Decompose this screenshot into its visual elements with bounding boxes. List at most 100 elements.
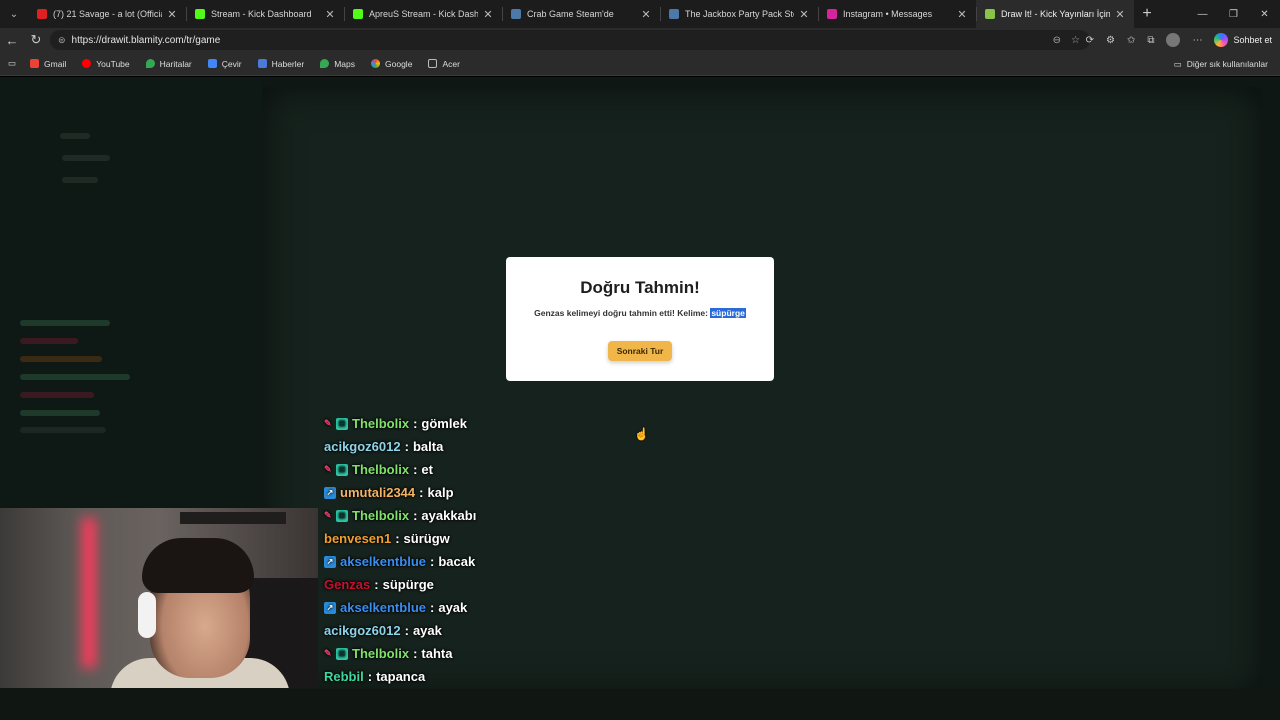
tab-title: Draw It! - Kick Yayınları İçin Çizim (1001, 9, 1110, 19)
bookmark-gmail[interactable]: Gmail (30, 59, 66, 69)
close-icon[interactable]: ✕ (166, 8, 178, 21)
zoom-icon[interactable]: ⊖ (1053, 35, 1061, 46)
tab-favicon (511, 9, 521, 19)
bookmark-label: Maps (334, 58, 356, 69)
blurred-row (62, 155, 110, 161)
collections-icon[interactable]: ⧉ (1147, 35, 1154, 46)
other-bookmarks[interactable]: ▭ Diğer sık kullanılanlar (1174, 52, 1268, 76)
chat-username: Genzas (324, 577, 371, 592)
chat-text: balta (412, 439, 444, 454)
bookmark-cevir[interactable]: Çevir (207, 59, 242, 69)
close-icon[interactable]: ✕ (798, 8, 810, 21)
chat-message: ↗ akselkentblue: ayak (324, 596, 476, 619)
gift-badge-icon: ⊞ (336, 463, 348, 476)
more-icon[interactable]: ⋯ (1192, 35, 1202, 46)
next-round-button[interactable]: Sonraki Tur (608, 341, 672, 361)
restore-icon[interactable]: ❐ (1218, 0, 1249, 28)
tab-4[interactable]: The Jackbox Party Pack Steam'de ✕ (660, 0, 818, 28)
minimize-icon[interactable]: — (1187, 0, 1218, 28)
close-icon[interactable]: ✕ (1114, 8, 1126, 21)
chat-separator: : (413, 646, 418, 661)
sword-badge-icon: ✎ (324, 418, 332, 428)
chat-separator: : (413, 416, 418, 431)
tab-title: Crab Game Steam'de (527, 9, 614, 19)
close-icon[interactable]: ✕ (956, 8, 968, 21)
chat-separator: : (430, 554, 435, 569)
bookmark-label: Acer (442, 58, 460, 69)
site-info-icon[interactable]: ⊜ (58, 35, 66, 46)
blurred-row (20, 392, 94, 398)
profile-avatar[interactable] (1166, 33, 1181, 47)
chat-text: et (421, 462, 433, 477)
folder-icon: ▭ (1173, 58, 1182, 69)
chat-text: tapanca (376, 669, 426, 684)
chat-message: Rebbil: tapanca (324, 665, 476, 688)
chat-overlay: ✎ ⊞ Thelbolix: gömlek acikgoz6012: balta ✎ ⊞ T… (324, 412, 476, 688)
close-window-icon[interactable]: ✕ (1249, 0, 1280, 28)
blurred-row (62, 177, 98, 183)
split-screen-icon[interactable]: ⚙ (1106, 35, 1115, 46)
chat-username: umutali2344 (340, 485, 416, 500)
back-icon[interactable]: ← (0, 33, 24, 48)
chat-username: acikgoz6012 (324, 623, 401, 638)
tab-title: ApreuS Stream - Kick Dashboard (369, 9, 478, 19)
close-icon[interactable]: ✕ (482, 8, 494, 21)
favorites-icon[interactable]: ✩ (1127, 35, 1135, 46)
led-light (82, 518, 96, 668)
chat-message: Genzas: süpürge (324, 573, 476, 596)
chat-separator: : (419, 485, 424, 500)
bookmark-maps[interactable]: Maps (320, 59, 355, 69)
dialog-title: Doğru Tahmin! (580, 278, 700, 297)
tab-5[interactable]: Instagram • Messages ✕ (818, 0, 976, 28)
bookmark-label: Gmail (44, 58, 67, 69)
tab-strip: ⌄ (7) 21 Savage - a lot (Official Video ✕… (0, 0, 1280, 28)
youtube-icon (82, 59, 92, 68)
gift-badge-icon: ⊞ (336, 509, 348, 522)
bookmark-google[interactable]: Google (371, 59, 412, 69)
chat-separator: : (413, 462, 418, 477)
close-icon[interactable]: ✕ (640, 8, 652, 21)
chat-message: ✎ ⊞ Thelbolix: ayakkabı (324, 504, 476, 527)
close-icon[interactable]: ✕ (324, 8, 336, 21)
gift-badge-icon: ⊞ (336, 647, 348, 660)
tab-actions-menu[interactable]: ⌄ (0, 0, 28, 28)
tab-2[interactable]: ApreuS Stream - Kick Dashboard ✕ (344, 0, 502, 28)
bookmark-label: YouTube (96, 58, 130, 69)
address-bar[interactable]: ⊜ https://drawit.blamity.com/tr/game ⊖ ☆ (50, 30, 1090, 50)
bookmark-haberler[interactable]: Haberler (257, 59, 304, 69)
tab-favicon (985, 9, 995, 19)
chat-text: kalp (427, 485, 454, 500)
map-pin-icon (145, 59, 155, 68)
extensions-icon[interactable]: ⟳ (1086, 35, 1094, 46)
bookmark-acer[interactable]: Acer (428, 58, 460, 69)
tab-6[interactable]: Draw It! - Kick Yayınları İçin Çizim ✕ (976, 0, 1134, 28)
bookmark-youtube[interactable]: YouTube (82, 58, 130, 69)
chat-message: acikgoz6012: ayak (324, 619, 476, 642)
browser-toolbar: ← ↻ ⊜ https://drawit.blamity.com/tr/game… (0, 28, 1280, 52)
bookmarks-menu-icon[interactable]: ▭ (8, 58, 16, 69)
star-icon[interactable]: ☆ (1071, 35, 1080, 46)
webcam-overlay (0, 508, 318, 688)
tab-favicon (37, 9, 47, 19)
answer-word: süpürge (710, 308, 746, 318)
tab-3[interactable]: Crab Game Steam'de ✕ (502, 0, 660, 28)
chat-username: acikgoz6012 (324, 439, 401, 454)
tab-0[interactable]: (7) 21 Savage - a lot (Official Video ✕ (28, 0, 186, 28)
tab-title: Instagram • Messages (843, 9, 933, 19)
tab-1[interactable]: Stream - Kick Dashboard ✕ (186, 0, 344, 28)
bookmark-label: Haritalar (159, 58, 192, 69)
bookmark-label: Google (385, 58, 413, 69)
bookmark-haritalar[interactable]: Haritalar (145, 58, 192, 69)
copilot-button[interactable]: Sohbet et (1214, 33, 1272, 47)
reload-icon[interactable]: ↻ (24, 32, 48, 48)
gmail-icon (30, 59, 40, 68)
window-controls: — ❐ ✕ (1187, 0, 1280, 28)
correct-guess-dialog: Doğru Tahmin! Genzas kelimeyi doğru tahm… (506, 257, 774, 381)
google-icon (371, 59, 381, 68)
chat-username: Thelbolix (352, 462, 410, 477)
new-tab-button[interactable]: + (1134, 0, 1160, 28)
chat-username: Rebbil (324, 669, 364, 684)
tab-favicon (353, 9, 363, 19)
translate-icon (207, 59, 217, 68)
blurred-row (20, 410, 100, 416)
